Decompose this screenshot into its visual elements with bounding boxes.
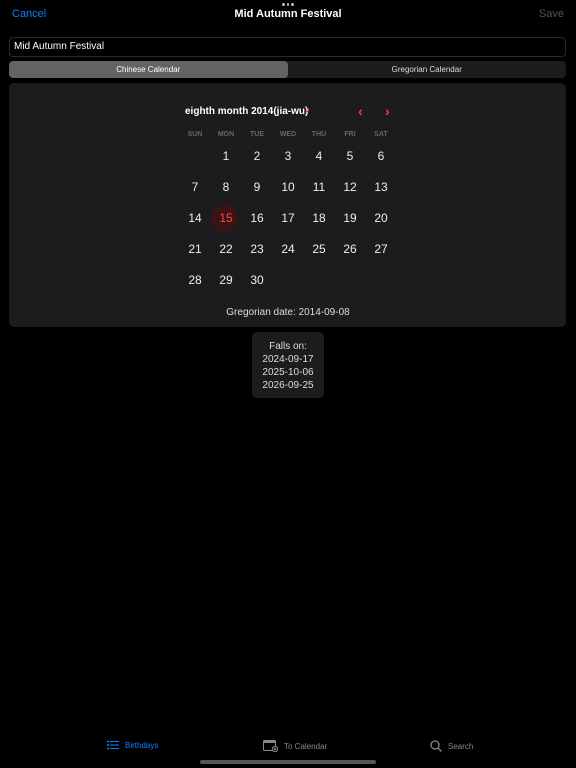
calendar-day[interactable]: 16 [242, 211, 272, 225]
calendar-day[interactable]: 27 [366, 242, 396, 256]
calendar-day[interactable]: 11 [304, 180, 334, 194]
calendar-day[interactable]: 10 [273, 180, 303, 194]
falls-on-date: 2025-10-06 [262, 367, 314, 378]
calendar-day[interactable]: 18 [304, 211, 334, 225]
calendar-day[interactable]: 24 [273, 242, 303, 256]
weekday-label: SUN [187, 131, 203, 138]
tab-to-calendar-label: To Calendar [284, 741, 328, 751]
weekday-label: THU [311, 131, 327, 138]
tab-search-label: Search [448, 741, 474, 751]
segment-chinese-calendar[interactable]: Chinese Calendar [9, 61, 288, 78]
tab-to-calendar[interactable]: To Calendar [263, 740, 327, 752]
list-icon [107, 740, 119, 750]
home-indicator [200, 760, 376, 764]
calendar-day[interactable]: 7 [180, 180, 210, 194]
tab-birthdays-label: Birthdays [125, 740, 159, 750]
tab-birthdays[interactable]: Birthdays [107, 740, 158, 750]
falls-on-date: 2024-09-17 [262, 354, 314, 365]
calendar-day[interactable]: 4 [304, 149, 334, 163]
calendar-day[interactable]: 13 [366, 180, 396, 194]
calendar-day[interactable]: 17 [273, 211, 303, 225]
weekday-label: TUE [250, 131, 264, 138]
calendar-day[interactable]: 25 [304, 242, 334, 256]
calendar-day[interactable]: 6 [366, 149, 396, 163]
month-title-button[interactable]: eighth month 2014(jia-wu) [185, 106, 308, 117]
search-icon [430, 740, 442, 752]
calendar-day[interactable]: 20 [366, 211, 396, 225]
calendar-day[interactable]: 9 [242, 180, 272, 194]
calendar-day[interactable]: 23 [242, 242, 272, 256]
calendar-day[interactable]: 22 [211, 242, 241, 256]
calendar-day[interactable]: 28 [180, 273, 210, 287]
weekday-label: MON [217, 131, 235, 138]
calendar-card [9, 83, 566, 327]
more-handle-icon[interactable] [282, 3, 295, 7]
weekday-label: SAT [374, 131, 388, 138]
calendar-day[interactable]: 1 [211, 149, 241, 163]
calendar-day[interactable]: 26 [335, 242, 365, 256]
calendar-day[interactable]: 19 [335, 211, 365, 225]
calendar-day[interactable]: 12 [335, 180, 365, 194]
segment-gregorian-calendar[interactable]: Gregorian Calendar [288, 61, 567, 78]
falls-on-date: 2026-09-25 [262, 380, 314, 391]
calendar-day-selected[interactable]: 15 [211, 211, 241, 225]
calendar-type-segmented-control: Chinese Calendar Gregorian Calendar [9, 61, 566, 78]
previous-month-icon[interactable]: ‹ [358, 103, 363, 119]
calendar-day[interactable]: 30 [242, 273, 272, 287]
page-title: Mid Autumn Festival [234, 8, 342, 20]
weekday-label: FRI [344, 131, 356, 138]
calendar-day[interactable]: 21 [180, 242, 210, 256]
calendar-day[interactable]: 29 [211, 273, 241, 287]
calendar-day[interactable]: 5 [335, 149, 365, 163]
weekday-label: WED [279, 131, 297, 138]
gregorian-date-label: Gregorian date: 2014-09-08 [226, 307, 350, 318]
tab-search[interactable]: Search [430, 740, 473, 752]
save-button[interactable]: Save [539, 8, 564, 20]
falls-on-label: Falls on: [269, 341, 307, 352]
calendar-day[interactable]: 2 [242, 149, 272, 163]
event-name-field[interactable]: Mid Autumn Festival [9, 37, 566, 57]
calendar-day[interactable]: 8 [211, 180, 241, 194]
falls-on-popup: Falls on: 2024-09-17 2025-10-06 2026-09-… [252, 332, 324, 398]
calendar-add-icon [263, 740, 278, 752]
chevron-right-icon[interactable]: › [306, 104, 310, 116]
calendar-day[interactable]: 14 [180, 211, 210, 225]
calendar-day[interactable]: 3 [273, 149, 303, 163]
next-month-icon[interactable]: › [385, 103, 390, 119]
